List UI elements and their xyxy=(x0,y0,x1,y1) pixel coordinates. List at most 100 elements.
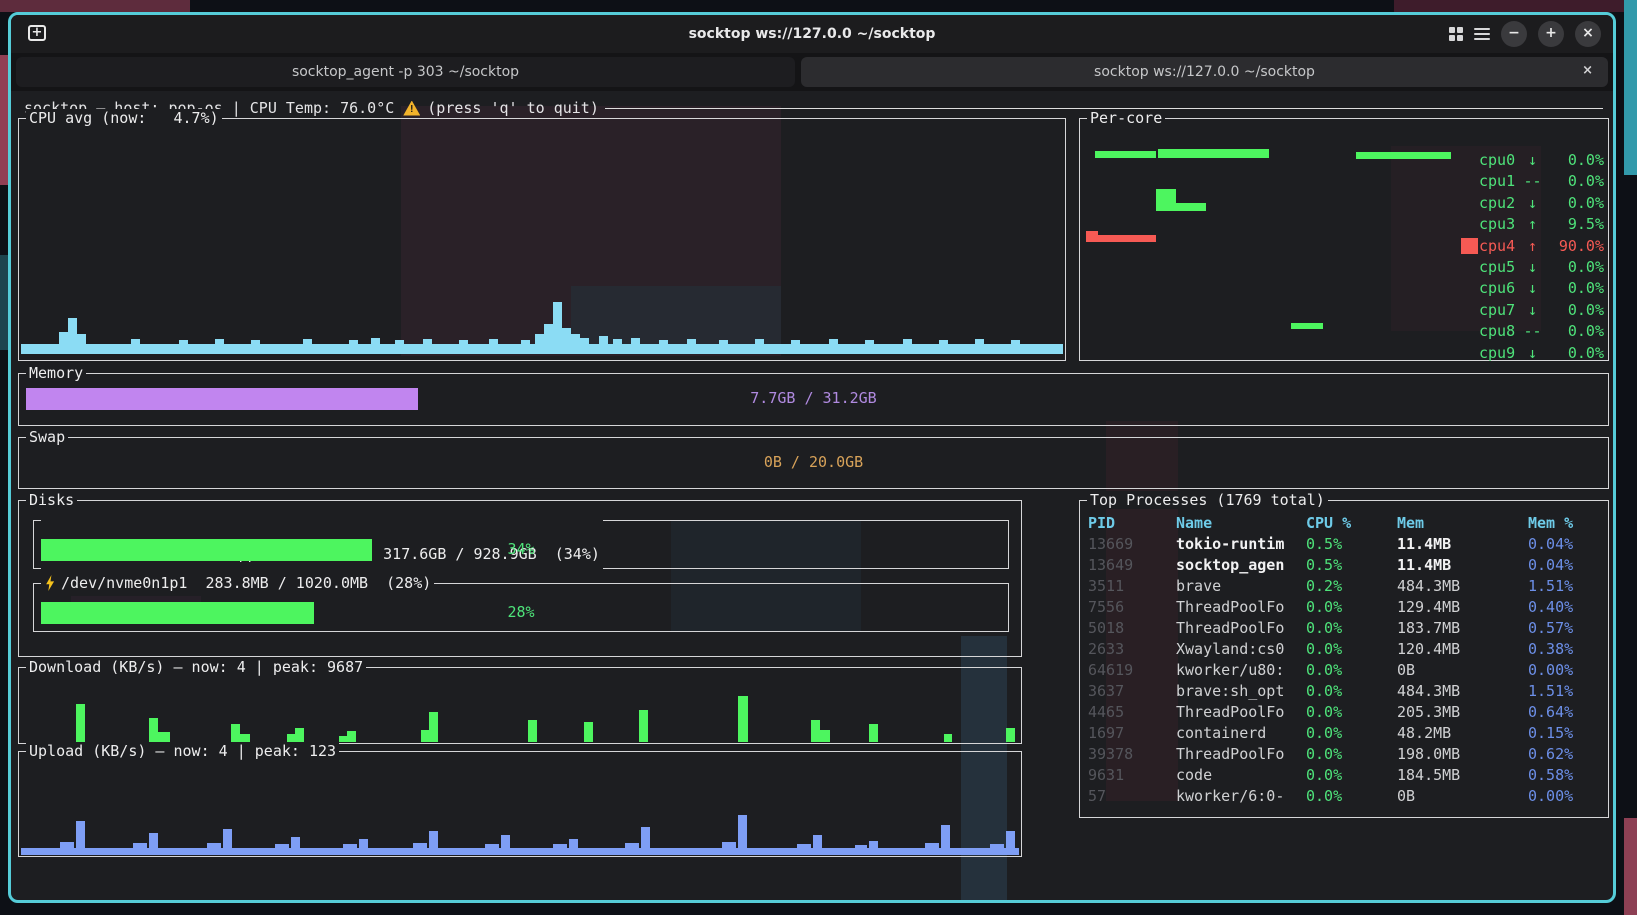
cpu-spike xyxy=(659,340,668,354)
download-bar xyxy=(528,720,537,742)
tab-socktop[interactable]: socktop ws://127.0.0 ~/socktop × xyxy=(801,57,1608,87)
process-pid: 5018 xyxy=(1088,618,1176,639)
process-row: 39378ThreadPoolFo0.0%198.0MB0.62% xyxy=(1088,744,1604,765)
core-usage-value: 0.0% xyxy=(1546,301,1604,319)
process-cpu: 0.0% xyxy=(1306,744,1397,765)
process-pid: 4465 xyxy=(1088,702,1176,723)
process-mem: 484.3MB xyxy=(1397,681,1528,702)
process-pid: 39378 xyxy=(1088,744,1176,765)
process-cpu: 0.0% xyxy=(1306,723,1397,744)
window-title: socktop ws://127.0.0 ~/socktop xyxy=(11,26,1613,42)
upload-bar xyxy=(553,844,567,855)
cpu-spike xyxy=(687,339,696,354)
cpu-spike xyxy=(755,339,764,354)
process-row: 5018ThreadPoolFo0.0%183.7MB0.57% xyxy=(1088,618,1604,639)
core-row: cpu0↓0.0% xyxy=(1479,150,1604,170)
process-pid: 7556 xyxy=(1088,597,1176,618)
col-name: Name xyxy=(1176,513,1306,534)
process-pid: 1697 xyxy=(1088,723,1176,744)
process-name: Xwayland:cs0 xyxy=(1176,639,1306,660)
process-mem-pct: 0.00% xyxy=(1528,786,1604,807)
cpu-spike xyxy=(535,334,544,354)
process-name: tokio-runtim xyxy=(1176,534,1306,555)
process-pid: 3637 xyxy=(1088,681,1176,702)
upload-bar xyxy=(869,841,878,855)
process-pid: 2633 xyxy=(1088,639,1176,660)
close-button[interactable]: × xyxy=(1575,21,1601,47)
new-tab-button[interactable]: + xyxy=(28,25,46,41)
tab-close-icon[interactable]: × xyxy=(1582,63,1593,78)
core-row: cpu7↓0.0% xyxy=(1479,300,1604,320)
core-usage-value: 0.0% xyxy=(1546,258,1604,276)
process-mem-pct: 0.00% xyxy=(1528,660,1604,681)
terminal-window: socktop ws://127.0.0 ~/socktop + − + × s… xyxy=(8,12,1616,903)
core-usage-value: 0.0% xyxy=(1546,194,1604,212)
core-row: cpu8--0.0% xyxy=(1479,321,1604,341)
download-bar xyxy=(231,724,240,742)
process-name: brave xyxy=(1176,576,1306,597)
upload-bar xyxy=(413,843,427,855)
core-name: cpu5 xyxy=(1479,258,1519,276)
core-name: cpu7 xyxy=(1479,301,1519,319)
download-bar xyxy=(149,718,158,742)
process-cpu: 0.2% xyxy=(1306,576,1397,597)
upload-bar xyxy=(133,843,147,855)
wallpaper-accent xyxy=(1624,818,1637,915)
process-mem: 129.4MB xyxy=(1397,597,1528,618)
core-name: cpu0 xyxy=(1479,151,1519,169)
cpu-spike xyxy=(544,324,553,354)
process-row: 9631code0.0%184.5MB0.58% xyxy=(1088,765,1604,786)
process-mem: 0B xyxy=(1397,786,1528,807)
col-pid: PID xyxy=(1088,513,1176,534)
col-mem: Mem xyxy=(1397,513,1528,534)
cpu-spike xyxy=(553,302,562,354)
core-usage-value: 90.0% xyxy=(1546,237,1604,255)
process-mem-pct: 0.58% xyxy=(1528,765,1604,786)
process-name: kworker/u80: xyxy=(1176,660,1306,681)
maximize-button[interactable]: + xyxy=(1538,21,1564,47)
core-usage-value: 0.0% xyxy=(1546,151,1604,169)
terminal-screen[interactable]: socktop — host: pop-os | CPU Temp: 76.0°… xyxy=(11,91,1613,900)
cpu-spike xyxy=(719,340,728,354)
cpu-spike xyxy=(865,340,874,354)
disk-title: /dev/nvme0n1p1 283.8MB / 1020.0MB (28%) xyxy=(61,574,431,592)
process-mem-pct: 0.40% xyxy=(1528,597,1604,618)
process-pid: 9631 xyxy=(1088,765,1176,786)
menu-icon[interactable] xyxy=(1474,28,1490,40)
download-bar xyxy=(738,696,748,742)
workspaces-grid-icon[interactable] xyxy=(1449,27,1463,41)
tab-label: socktop ws://127.0.0 ~/socktop xyxy=(1094,64,1315,80)
process-row: 57kworker/6:0-0.0%0B0.00% xyxy=(1088,786,1604,807)
panel-title: Top Processes (1769 total) xyxy=(1087,491,1328,509)
disk-data-root-panel: /dev/mapper/data-root 317.6GB / 928.9GB … xyxy=(33,520,1009,569)
core-trend-icon: ↑ xyxy=(1519,237,1546,255)
col-mempct: Mem % xyxy=(1528,513,1604,534)
process-row: 3511brave0.2%484.3MB1.51% xyxy=(1088,576,1604,597)
process-mem: 0B xyxy=(1397,660,1528,681)
cpu-spike xyxy=(59,332,68,354)
process-row: 3637brave:sh_opt0.0%484.3MB1.51% xyxy=(1088,681,1604,702)
download-bar xyxy=(811,720,820,742)
upload-bar xyxy=(738,815,747,855)
process-cpu: 0.0% xyxy=(1306,660,1397,681)
process-row: 2633Xwayland:cs00.0%120.4MB0.38% xyxy=(1088,639,1604,660)
core-trend-icon: -- xyxy=(1519,172,1546,190)
upload-bar xyxy=(223,829,232,855)
core-name: cpu1 xyxy=(1479,172,1519,190)
core-row: cpu9↓0.0% xyxy=(1479,343,1604,363)
cpu-spike xyxy=(562,328,571,354)
process-mem-pct: 0.04% xyxy=(1528,534,1604,555)
upload-bar xyxy=(501,835,510,855)
cpu-spike xyxy=(215,339,224,354)
warning-icon: ! xyxy=(403,101,420,116)
tab-socktop-agent[interactable]: socktop_agent -p 303 ~/socktop xyxy=(16,57,795,87)
process-mem-pct: 1.51% xyxy=(1528,576,1604,597)
core-name: cpu9 xyxy=(1479,344,1519,362)
download-bar xyxy=(639,710,648,742)
cpu-spike xyxy=(571,334,580,354)
cpu-spike xyxy=(459,340,468,354)
process-mem: 120.4MB xyxy=(1397,639,1528,660)
panel-title: Swap xyxy=(26,428,68,446)
minimize-button[interactable]: − xyxy=(1501,21,1527,47)
core-row: cpu2↓0.0% xyxy=(1479,193,1604,213)
